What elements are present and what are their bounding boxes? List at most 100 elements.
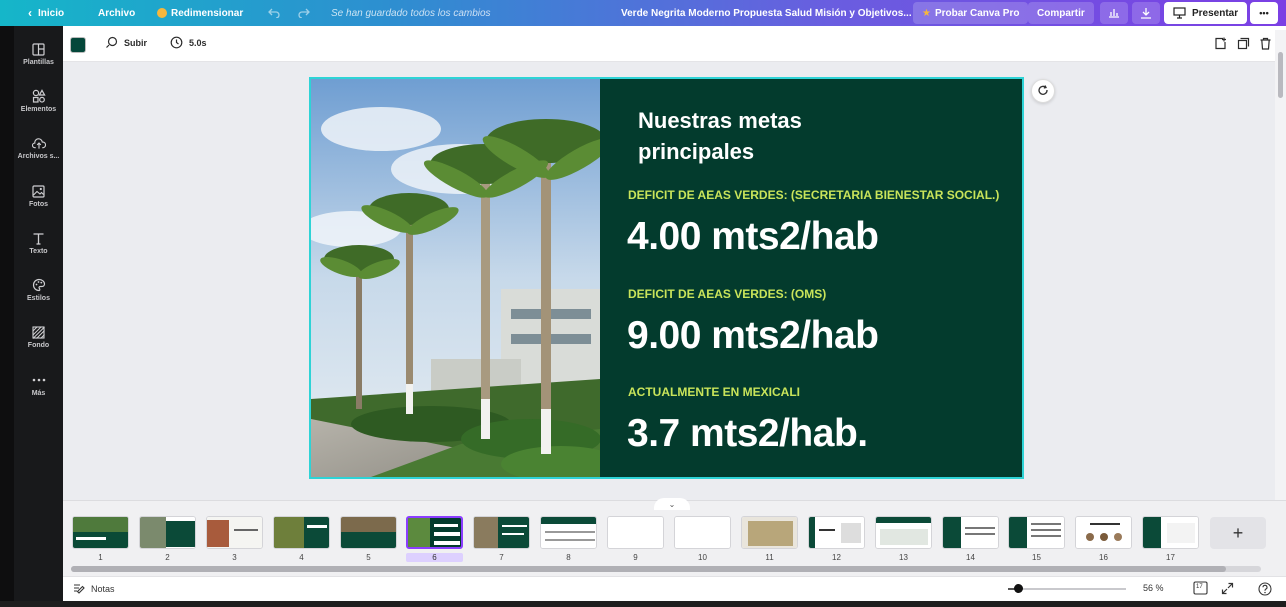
page-thumbnail[interactable] xyxy=(473,516,530,549)
chevron-left-icon: ‹ xyxy=(28,6,32,20)
page-number: 7 xyxy=(499,553,504,562)
page-number: 10 xyxy=(698,553,707,562)
text-icon xyxy=(32,231,46,245)
redo-button[interactable] xyxy=(298,0,310,26)
page-thumbnail[interactable] xyxy=(139,516,196,549)
present-button[interactable]: Presentar xyxy=(1164,2,1248,24)
sidebar-item-label: Más xyxy=(31,390,46,397)
page-thumbnail[interactable] xyxy=(273,516,330,549)
sidebar-item-styles[interactable]: Estilos xyxy=(14,268,63,312)
page-thumbnail[interactable] xyxy=(808,516,865,549)
scrollbar-thumb[interactable] xyxy=(1278,52,1283,98)
goal-label-2[interactable]: DEFICIT DE AEAS VERDES: (OMS) xyxy=(628,287,826,301)
color-swatch[interactable] xyxy=(70,37,86,53)
document-title[interactable]: Verde Negrita Moderno Propuesta Salud Mi… xyxy=(621,0,912,26)
sidebar-item-elements[interactable]: Elementos xyxy=(14,79,63,123)
page-number: 15 xyxy=(1032,553,1041,562)
thumbnail-scrollbar[interactable] xyxy=(71,566,1261,572)
slide-canvas[interactable]: Nuestras metas principales DEFICIT DE AE… xyxy=(309,77,1024,479)
page-thumbnail[interactable] xyxy=(406,516,463,549)
thumbnail-preview xyxy=(675,517,730,548)
file-menu-button[interactable]: Archivo xyxy=(98,0,135,26)
slide-title[interactable]: Nuestras metas principales xyxy=(638,105,938,167)
page-thumbnail[interactable] xyxy=(72,516,129,549)
page-thumbnail[interactable] xyxy=(206,516,263,549)
sidebar-item-label: Estilos xyxy=(27,295,50,302)
share-button[interactable]: Compartir xyxy=(1028,2,1094,24)
goal-value-2[interactable]: 9.00 mts2/hab xyxy=(627,314,879,358)
sidebar-item-photos[interactable]: Fotos xyxy=(14,174,63,218)
page-thumbnail[interactable] xyxy=(1075,516,1132,549)
sidebar-item-text[interactable]: Texto xyxy=(14,221,63,265)
sidebar-item-background[interactable]: Fondo xyxy=(14,315,63,359)
sidebar-item-uploads[interactable]: Archivos s... xyxy=(14,126,63,170)
redo-icon xyxy=(298,8,310,18)
page-thumbnail[interactable] xyxy=(674,516,731,549)
thumbnail-preview xyxy=(876,517,931,548)
goal-value-1[interactable]: 4.00 mts2/hab xyxy=(627,215,879,259)
zoom-slider-handle[interactable] xyxy=(1013,584,1023,593)
page-number: 12 xyxy=(832,553,841,562)
add-page-icon-button[interactable] xyxy=(1214,37,1227,50)
sidebar-item-label: Archivos s... xyxy=(17,153,60,160)
add-page-button[interactable]: + xyxy=(1210,517,1266,549)
regenerate-button[interactable] xyxy=(1031,79,1055,103)
undo-button[interactable] xyxy=(268,0,280,26)
duration-button[interactable]: 5.0s xyxy=(170,36,207,49)
download-button[interactable] xyxy=(1132,2,1160,24)
notes-button[interactable]: Notas xyxy=(73,583,115,594)
page-count: 17 xyxy=(1196,584,1203,590)
page-thumbnail[interactable] xyxy=(1008,516,1065,549)
duplicate-page-button[interactable] xyxy=(1237,37,1250,50)
bottom-bar: Notas 56 % 17 xyxy=(63,576,1286,601)
page-number: 17 xyxy=(1166,553,1175,562)
resize-label: Redimensionar xyxy=(171,7,244,19)
insights-button[interactable] xyxy=(1100,2,1128,24)
sidebar-item-templates[interactable]: Plantillas xyxy=(14,32,63,76)
sidebar-item-more[interactable]: Más xyxy=(14,363,63,407)
crown-icon: ★ xyxy=(922,7,931,19)
slide-text-panel: Nuestras metas principales DEFICIT DE AE… xyxy=(600,79,1022,477)
goal-label-1[interactable]: DEFICIT DE AEAS VERDES: (SECRETARIA BIEN… xyxy=(628,188,999,202)
scrollbar-thumb[interactable] xyxy=(71,566,1226,572)
fullscreen-button[interactable] xyxy=(1221,582,1234,600)
slide-title-line-1: Nuestras metas xyxy=(638,108,802,133)
try-pro-button[interactable]: ★ Probar Canva Pro xyxy=(913,2,1029,24)
thumbnail-preview xyxy=(541,517,596,548)
page-number: 6 xyxy=(406,553,463,562)
collapse-thumbnails-button[interactable]: ⌄ xyxy=(654,498,690,510)
vertical-scrollbar[interactable] xyxy=(1275,30,1286,500)
more-options-button[interactable]: ••• xyxy=(1250,2,1278,24)
page-number: 11 xyxy=(765,553,774,562)
undo-icon xyxy=(268,8,280,18)
page-grid-button[interactable]: 17 xyxy=(1193,581,1208,600)
add-page-icon xyxy=(1215,37,1226,50)
delete-page-button[interactable] xyxy=(1259,37,1272,50)
goal-value-3[interactable]: 3.7 mts2/hab. xyxy=(627,412,868,456)
page-thumbnail[interactable] xyxy=(875,516,932,549)
animate-label: Subir xyxy=(124,37,148,48)
resize-button[interactable]: Redimensionar xyxy=(157,0,243,26)
thumbnail-preview xyxy=(207,517,262,548)
page-thumbnail[interactable] xyxy=(607,516,664,549)
animate-button[interactable]: Subir xyxy=(105,36,147,49)
zoom-percentage[interactable]: 56 % xyxy=(1143,583,1164,593)
thumbnail-preview xyxy=(608,517,663,548)
trash-icon xyxy=(1260,37,1271,50)
home-button[interactable]: ‹ Inicio xyxy=(28,0,64,26)
page-thumbnail[interactable] xyxy=(1142,516,1199,549)
zoom-slider[interactable] xyxy=(1008,584,1126,593)
sidebar-item-label: Elementos xyxy=(20,106,57,113)
page-thumbnail[interactable] xyxy=(741,516,798,549)
sidebar-item-label: Texto xyxy=(29,248,48,255)
more-icon xyxy=(32,373,46,387)
help-button[interactable] xyxy=(1258,582,1272,601)
thumbnail-preview xyxy=(274,517,329,548)
home-label: Inicio xyxy=(38,7,65,19)
page-thumbnail[interactable] xyxy=(942,516,999,549)
page-thumbnail[interactable] xyxy=(340,516,397,549)
page-thumbnail[interactable] xyxy=(540,516,597,549)
goal-label-3[interactable]: ACTUALMENTE EN MEXICALI xyxy=(628,385,800,399)
palm-trees-photo[interactable] xyxy=(311,79,600,477)
present-label: Presentar xyxy=(1192,7,1239,19)
